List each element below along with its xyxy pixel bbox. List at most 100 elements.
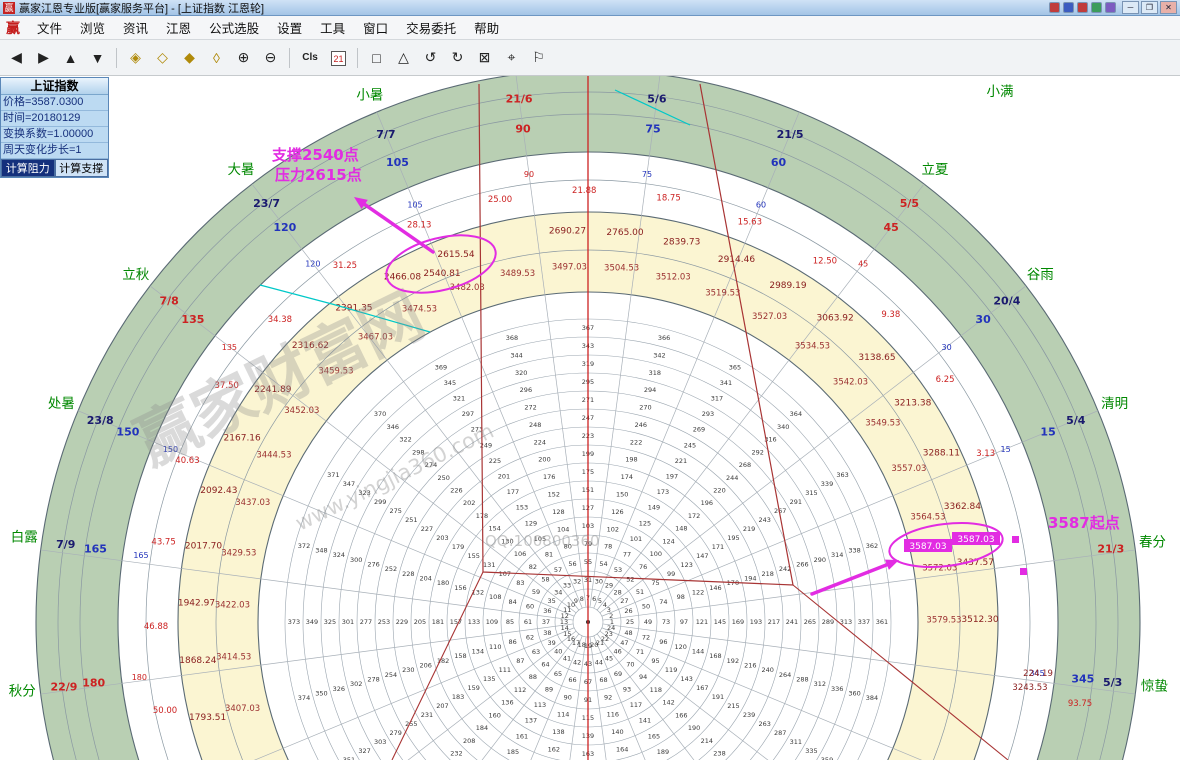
- menu-item-6[interactable]: 设置: [268, 15, 311, 40]
- svg-text:27: 27: [620, 597, 628, 605]
- svg-text:75: 75: [645, 122, 660, 135]
- triangle-tool-button[interactable]: △: [391, 45, 416, 70]
- svg-text:3437.03: 3437.03: [235, 498, 270, 508]
- gann-wheel-svg: 1234567891011121314151617181920212223242…: [0, 76, 1180, 760]
- svg-text:90: 90: [515, 122, 531, 135]
- gann-diamond-1-button[interactable]: ◈: [123, 45, 148, 70]
- app-window: 赢 赢家江恩专业版[赢家服务平台] - [上证指数 江恩轮] ─❐✕ 赢 文件浏…: [0, 0, 1180, 760]
- svg-text:119: 119: [665, 666, 677, 674]
- quick-icon-4[interactable]: [1091, 2, 1102, 13]
- svg-text:345: 345: [444, 379, 456, 387]
- svg-text:156: 156: [454, 584, 466, 592]
- zoom-out-button[interactable]: ⊖: [258, 45, 283, 70]
- crosshair-tool-button[interactable]: ⌖: [499, 45, 524, 70]
- cursor-down-button[interactable]: ▼: [85, 45, 110, 70]
- svg-text:137: 137: [525, 717, 537, 725]
- svg-text:97: 97: [680, 618, 688, 626]
- svg-text:3587.03: 3587.03: [957, 535, 994, 545]
- gann-diamond-2-button[interactable]: ◇: [150, 45, 175, 70]
- box-x-tool-button[interactable]: ⊠: [472, 45, 497, 70]
- rect-tool-button[interactable]: □: [364, 45, 389, 70]
- calc-resistance-button[interactable]: 计算阻力: [1, 159, 55, 177]
- svg-text:193: 193: [750, 618, 762, 626]
- calendar-button[interactable]: 21: [326, 45, 351, 70]
- rotate-ccw-button[interactable]: ↺: [418, 45, 443, 70]
- svg-text:64: 64: [541, 660, 549, 668]
- svg-text:86: 86: [509, 638, 517, 646]
- svg-text:1868.24: 1868.24: [179, 656, 216, 666]
- svg-text:321: 321: [453, 395, 465, 403]
- cls-button[interactable]: Cls: [296, 45, 324, 70]
- svg-text:清明: 清明: [1101, 396, 1128, 412]
- menu-item-5[interactable]: 公式选股: [200, 15, 268, 40]
- svg-text:90: 90: [524, 170, 534, 179]
- menu-item-3[interactable]: 资讯: [114, 15, 157, 40]
- quick-icon-1[interactable]: [1049, 2, 1060, 13]
- back-button[interactable]: ◀: [4, 45, 29, 70]
- svg-text:46.88: 46.88: [144, 622, 168, 632]
- svg-text:164: 164: [616, 746, 628, 754]
- svg-text:152: 152: [548, 490, 560, 498]
- menu-item-4[interactable]: 江恩: [157, 15, 200, 40]
- svg-text:29: 29: [605, 582, 613, 590]
- restore-button[interactable]: ❐: [1141, 1, 1158, 14]
- menu-item-7[interactable]: 工具: [311, 15, 354, 40]
- close-button[interactable]: ✕: [1160, 1, 1177, 14]
- svg-text:140: 140: [611, 728, 623, 736]
- rotate-cw-button[interactable]: ↻: [445, 45, 470, 70]
- menu-item-2[interactable]: 浏览: [71, 15, 114, 40]
- svg-text:69: 69: [614, 670, 622, 678]
- gann-wheel-canvas[interactable]: 1234567891011121314151617181920212223242…: [0, 76, 1180, 760]
- menu-item-1[interactable]: 文件: [28, 15, 71, 40]
- gann-diamond-3-icon: ◆: [184, 49, 195, 65]
- svg-text:231: 231: [421, 711, 433, 719]
- svg-text:252: 252: [385, 565, 397, 573]
- quick-icon-2[interactable]: [1063, 2, 1074, 13]
- svg-text:200: 200: [538, 456, 550, 464]
- parameter-panel: 上证指数 价格=3587.0300时间=20180129变换系数=1.00000…: [0, 77, 109, 178]
- svg-text:150: 150: [616, 490, 628, 498]
- svg-text:318: 318: [649, 369, 661, 377]
- svg-text:23/7: 23/7: [253, 197, 280, 210]
- svg-text:3063.92: 3063.92: [817, 314, 854, 324]
- flag-tool-button[interactable]: ⚐: [526, 45, 551, 70]
- menu-item-8[interactable]: 窗口: [354, 15, 397, 40]
- svg-text:229: 229: [396, 618, 408, 626]
- minimize-button[interactable]: ─: [1122, 1, 1139, 14]
- zoom-in-button[interactable]: ⊕: [231, 45, 256, 70]
- svg-text:296: 296: [520, 386, 532, 394]
- menu-item-9[interactable]: 交易委托: [397, 15, 465, 40]
- svg-text:38: 38: [543, 629, 551, 637]
- forward-button[interactable]: ▶: [31, 45, 56, 70]
- menu-item-10[interactable]: 帮助: [465, 15, 508, 40]
- svg-text:135: 135: [222, 343, 237, 352]
- quick-icon-3[interactable]: [1077, 2, 1088, 13]
- svg-text:167: 167: [696, 684, 708, 692]
- svg-text:35: 35: [547, 597, 555, 605]
- svg-text:87: 87: [516, 657, 524, 665]
- cursor-up-button[interactable]: ▲: [58, 45, 83, 70]
- svg-text:71: 71: [636, 648, 644, 656]
- svg-text:374: 374: [298, 694, 310, 702]
- rotate-ccw-icon: ↺: [425, 49, 437, 65]
- svg-text:207: 207: [436, 702, 448, 710]
- svg-text:120: 120: [273, 221, 296, 234]
- svg-text:93: 93: [623, 686, 631, 694]
- svg-text:161: 161: [516, 732, 528, 740]
- quick-icon-5[interactable]: [1105, 2, 1116, 13]
- svg-text:3: 3: [607, 606, 611, 614]
- svg-text:373: 373: [288, 618, 300, 626]
- gann-diamond-3-button[interactable]: ◆: [177, 45, 202, 70]
- svg-text:135: 135: [181, 313, 204, 326]
- svg-text:72: 72: [642, 634, 650, 642]
- svg-text:61: 61: [524, 618, 532, 626]
- svg-text:230: 230: [402, 666, 414, 674]
- svg-text:压力2615点: 压力2615点: [275, 166, 362, 184]
- svg-text:244: 244: [726, 474, 738, 482]
- svg-text:33: 33: [563, 582, 571, 590]
- gann-diamond-4-button[interactable]: ◊: [204, 45, 229, 70]
- svg-text:180: 180: [82, 677, 105, 690]
- svg-text:165: 165: [84, 542, 107, 555]
- svg-text:147: 147: [696, 552, 708, 560]
- calc-support-button[interactable]: 计算支撑: [55, 159, 109, 177]
